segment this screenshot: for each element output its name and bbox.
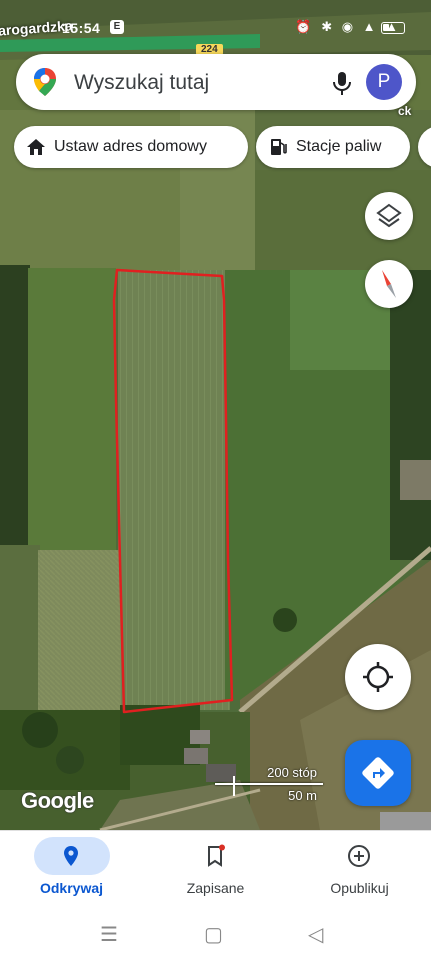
system-navigation-bar: ☰ ▢ ◁ xyxy=(0,910,431,960)
menu-icon[interactable]: ☰ xyxy=(100,922,118,947)
compass-icon xyxy=(382,270,396,298)
avatar[interactable]: P xyxy=(366,64,402,100)
nav-label: Opublikuj xyxy=(330,880,389,896)
back-icon[interactable]: ◁ xyxy=(308,922,323,947)
scale-tick xyxy=(233,776,235,796)
home-square-icon[interactable]: ▢ xyxy=(204,922,223,947)
set-home-address-chip[interactable]: Ustaw adres domowy xyxy=(14,126,248,168)
gas-station-icon xyxy=(271,139,287,155)
directions-icon xyxy=(362,757,394,789)
google-attribution: Google xyxy=(21,788,94,813)
bottom-navigation: Odkrywaj Zapisane Opublikuj xyxy=(0,830,431,910)
nav-publish[interactable]: Opublikuj xyxy=(288,831,431,911)
bookmark-icon xyxy=(208,844,225,867)
map-view[interactable]: arogardzka ck 224 15:54 E ⏰ ✱ ◉ ▲ ▲ Wysz… xyxy=(0,0,431,830)
notification-badge: E xyxy=(110,20,124,34)
nav-saved[interactable]: Zapisane xyxy=(144,831,287,911)
chip-label: Ustaw adres domowy xyxy=(54,138,207,155)
location-pin-icon xyxy=(64,846,78,866)
battery-icon xyxy=(381,22,405,34)
compass-button[interactable] xyxy=(365,260,413,308)
microphone-icon[interactable] xyxy=(330,70,354,96)
scale-metric: 50 m xyxy=(288,788,317,803)
nav-label: Zapisane xyxy=(186,880,245,896)
scale-imperial: 200 stóp xyxy=(267,765,317,780)
scale-line xyxy=(215,783,323,785)
crosshair-icon xyxy=(363,662,393,692)
layers-button[interactable] xyxy=(365,192,413,240)
directions-button[interactable] xyxy=(345,740,411,806)
add-circle-icon xyxy=(348,845,370,867)
gas-stations-chip[interactable]: Stacje paliw xyxy=(256,126,410,168)
scale-bar: 200 stóp 50 m xyxy=(215,764,323,804)
home-icon xyxy=(27,139,45,155)
layers-icon xyxy=(376,203,402,228)
chip-label: Stacje paliw xyxy=(296,138,382,155)
nav-label: Odkrywaj xyxy=(39,880,104,896)
maps-pin-icon xyxy=(34,68,56,96)
search-input[interactable]: Wyszukaj tutaj xyxy=(74,71,209,95)
my-location-button[interactable] xyxy=(345,644,411,710)
search-bar[interactable]: Wyszukaj tutaj P xyxy=(16,54,416,110)
status-bar: 15:54 E ⏰ ✱ ◉ ▲ ▲ xyxy=(0,14,431,44)
status-time: 15:54 xyxy=(62,20,101,36)
nav-explore[interactable]: Odkrywaj xyxy=(0,831,143,911)
